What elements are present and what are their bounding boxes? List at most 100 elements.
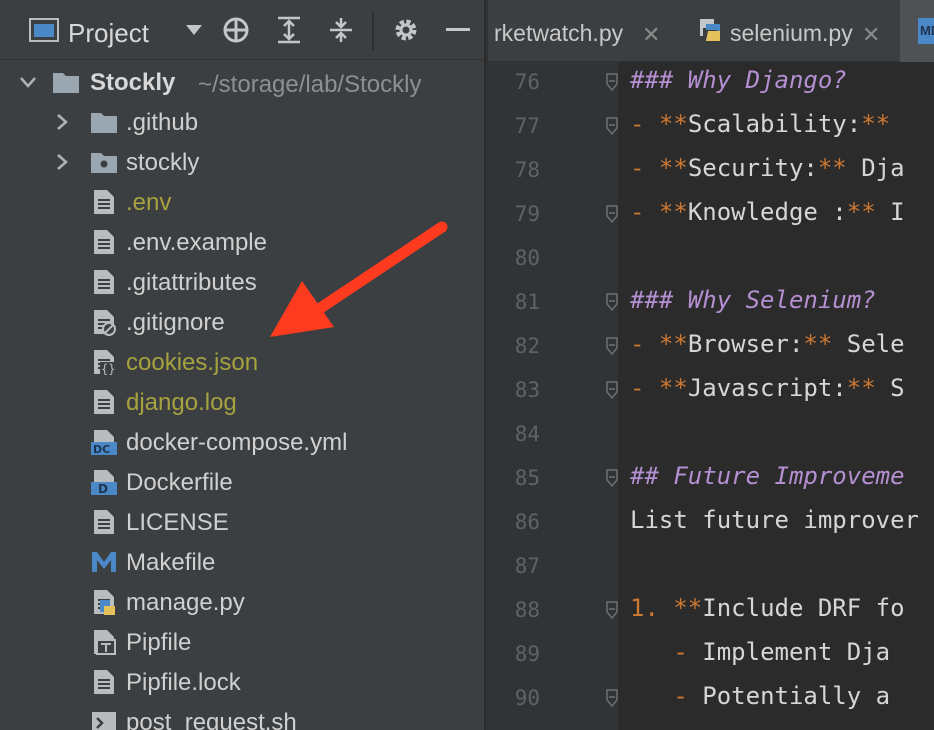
tab-label: selenium.py	[730, 20, 853, 46]
tree-item[interactable]: {} cookies.json	[0, 342, 484, 382]
tree-item[interactable]: D Dockerfile	[0, 462, 484, 502]
json-file-icon: {}	[90, 348, 118, 376]
svg-text:DC: DC	[93, 443, 110, 456]
tree-item-label: manage.py	[126, 589, 245, 616]
code-line: - Implement Dja	[630, 638, 890, 666]
chevron-down-icon[interactable]	[18, 72, 38, 92]
code-token: Scalability:	[687, 110, 862, 138]
code-token: ### Why Selenium?	[630, 286, 876, 314]
tab-selenium[interactable]: selenium.py ✕	[684, 0, 900, 62]
tree-item-label: .github	[126, 109, 199, 136]
code-token: -	[673, 682, 703, 710]
code-token: ## Future Improveme	[630, 462, 905, 490]
markdown-icon: MD	[918, 18, 934, 44]
project-window-icon[interactable]	[28, 14, 60, 46]
tree-item[interactable]: DC docker-compose.yml	[0, 422, 484, 462]
folder-icon	[90, 108, 118, 136]
tree-item-label: Dockerfile	[126, 469, 233, 496]
text-file-icon	[90, 188, 118, 216]
pipfile-file-icon	[90, 628, 118, 656]
tab-readme-md[interactable]: MD	[900, 0, 934, 62]
tree-item[interactable]: Makefile	[0, 542, 484, 582]
tree-item-label: cookies.json	[126, 349, 259, 376]
expand-all-icon[interactable]	[274, 14, 304, 46]
tree-item-label: .gitattributes	[126, 269, 257, 296]
close-icon[interactable]: ✕	[642, 22, 660, 48]
code-token: **	[673, 594, 703, 622]
project-panel: Project Stockly ~/storage/lab/Stockly .git…	[0, 0, 484, 730]
chevron-right-icon[interactable]	[52, 112, 72, 132]
text-file-icon	[90, 228, 118, 256]
code-token: **	[658, 330, 688, 358]
code-token: ### Why Django?	[630, 66, 847, 94]
dockerfile-file-icon: D	[90, 468, 118, 496]
chevron-right-icon[interactable]	[52, 152, 72, 172]
tree-item[interactable]: stockly	[0, 142, 484, 182]
tree-item-label: .env	[126, 189, 172, 216]
code-line: - Potentially a	[630, 682, 890, 710]
code-token: Include DRF fo	[702, 594, 905, 622]
code-token: Implement Dja	[702, 638, 891, 666]
code-token: -	[630, 110, 659, 138]
code-line: - **Knowledge :** I	[630, 198, 905, 226]
docker-compose-file-icon: DC	[90, 428, 118, 456]
tree-item[interactable]: Pipfile.lock	[0, 662, 484, 702]
code-token: Browser:	[687, 330, 804, 358]
code-token: -	[630, 374, 659, 402]
tree-item-label: .env.example	[126, 229, 267, 256]
code-line: - **Javascript:** S	[630, 374, 905, 402]
close-icon[interactable]: ✕	[862, 22, 880, 48]
tree-item-label: Makefile	[126, 549, 216, 576]
text-file-icon	[90, 508, 118, 536]
shell-file-icon	[90, 708, 118, 730]
tab-marketwatch[interactable]: rketwatch.py ✕	[488, 0, 684, 62]
tree-item-label: Pipfile	[126, 629, 192, 656]
text-file-icon	[90, 268, 118, 296]
tree-item[interactable]: .github	[0, 102, 484, 142]
code-token: **	[817, 154, 847, 182]
tree-item-label: Pipfile.lock	[126, 669, 241, 696]
tree-item[interactable]: django.log	[0, 382, 484, 422]
code-token: **	[658, 154, 688, 182]
tree-item-label: .gitignore	[126, 309, 225, 336]
tree-item-label: stockly	[126, 149, 200, 176]
view-mode-dropdown-icon[interactable]	[182, 14, 206, 46]
tree-item[interactable]: Pipfile	[0, 622, 484, 662]
code-token: -	[673, 638, 703, 666]
text-file-icon	[90, 388, 118, 416]
project-toolbar: Project	[0, 0, 484, 60]
svg-text:D: D	[98, 482, 108, 496]
panel-title[interactable]: Project	[68, 18, 149, 49]
code-area[interactable]: ### Why Django? - **Scalability:** - **Sec…	[488, 62, 934, 730]
code-line: - **Browser:** Sele	[630, 330, 905, 358]
code-line: ### Why Django?	[630, 66, 847, 94]
root-path: ~/storage/lab/Stockly	[198, 71, 422, 98]
tab-label: rketwatch.py	[494, 20, 624, 46]
code-token: -	[630, 198, 659, 226]
code-line: ### Why Selenium?	[630, 286, 876, 314]
tree-root-stockly[interactable]: Stockly ~/storage/lab/Stockly	[0, 62, 484, 102]
code-token: Security:	[687, 154, 818, 182]
code-token: -	[630, 154, 659, 182]
code-line: 1. **Include DRF fo	[630, 594, 905, 622]
python-file-icon	[90, 588, 118, 616]
folder-icon	[90, 148, 118, 176]
code-token: **	[803, 330, 833, 358]
tree-item[interactable]: LICENSE	[0, 502, 484, 542]
tree-item[interactable]: post_request.sh	[0, 702, 484, 730]
code-token: S	[875, 374, 905, 402]
annotation-arrow	[270, 221, 448, 337]
ignore-file-icon	[90, 308, 118, 336]
code-token: Sele	[832, 330, 905, 358]
code-token: Dja	[846, 154, 905, 182]
makefile-file-icon	[90, 548, 118, 576]
code-token: **	[658, 110, 688, 138]
gear-icon[interactable]	[390, 14, 422, 46]
collapse-all-icon[interactable]	[326, 14, 356, 46]
hide-icon[interactable]	[444, 14, 472, 46]
locate-icon[interactable]	[220, 14, 252, 46]
tree-item[interactable]: manage.py	[0, 582, 484, 622]
code-token: I	[875, 198, 905, 226]
